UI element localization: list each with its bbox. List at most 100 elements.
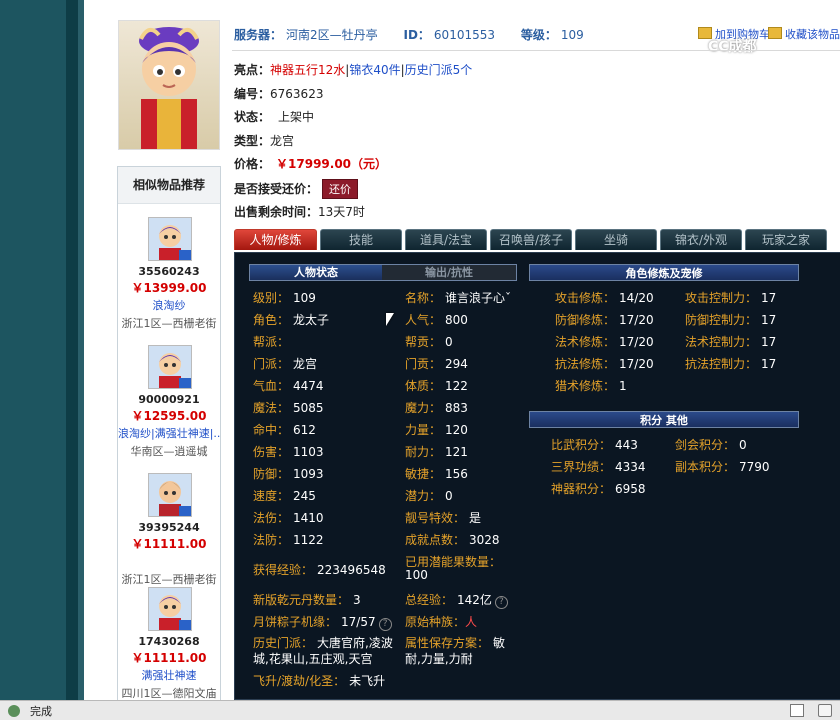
attr-stat: 属性保存方案：敏 <box>405 636 506 650</box>
char-stat: 气血： 4474 <box>253 379 324 393</box>
bargain-row: 是否接受还价： 还价 <box>234 179 359 199</box>
char-stat: 门贡： 294 <box>405 357 468 371</box>
char-stat: 命中： 612 <box>253 423 316 437</box>
char-stat: 速度： 245 <box>253 489 316 503</box>
page-content: 相似物品推荐 35560243 ￥13999.00 浪淘纱 浙江1区—西栅老街 … <box>84 0 840 702</box>
char-stat: 法防： 1122 <box>253 533 324 547</box>
panel-subtabs: 人物状态 输出/抗性 <box>249 264 517 281</box>
similar-item-tag[interactable]: 浪淘纱|满强壮神速|... <box>118 425 220 441</box>
tab-items[interactable]: 道具/法宝 <box>405 229 487 250</box>
total-exp-stat: 总经验： 142亿? <box>405 591 508 609</box>
remain-value: 13天7时 <box>318 205 365 219</box>
similar-item-thumbnail[interactable] <box>148 473 192 517</box>
similar-item[interactable]: 35560243 ￥13999.00 浪淘纱 浙江1区—西栅老街 <box>118 217 220 337</box>
cultivation-header: 角色修炼及宠修 <box>529 264 799 281</box>
left-stripe <box>66 0 78 700</box>
similar-item-tag[interactable]: 满强壮神速 <box>118 667 220 683</box>
highlight-row: 亮点：神器五行12水|锦衣40件|历史门派5个 <box>234 63 473 77</box>
similar-item-location: 浙江1区—西栅老街 <box>121 573 217 586</box>
subtab-character-status[interactable]: 人物状态 <box>250 265 382 280</box>
star-icon <box>768 27 782 39</box>
tab-pets[interactable]: 召唤兽/孩子 <box>490 229 572 250</box>
char-stat: 门派： 龙宫 <box>253 357 318 371</box>
subtab-output-resist[interactable]: 输出/抗性 <box>382 265 516 280</box>
tab-skills[interactable]: 技能 <box>320 229 402 250</box>
char-stat: 成就点数： 3028 <box>405 533 500 547</box>
detail-tabs: 人物/修炼 技能 道具/法宝 召唤兽/孩子 坐骑 锦衣/外观 玩家之家 <box>234 229 840 251</box>
security-icon[interactable] <box>790 704 804 717</box>
server-value: 河南2区—牡丹亭 <box>286 28 378 42</box>
similar-item-location: 华南区—逍遥城 <box>130 445 208 458</box>
char-stat: 帮贡： 0 <box>405 335 453 349</box>
attr-stat-2: 耐,力量,力耐 <box>405 652 473 666</box>
similar-item-price: ￥12595.00 <box>131 409 207 423</box>
similar-item[interactable]: 39395244 ￥11111.00 浙江1区—西栅老街 <box>118 473 220 593</box>
help-icon[interactable]: ? <box>494 596 508 609</box>
similar-item-price: ￥11111.00 <box>131 537 207 551</box>
tab-character[interactable]: 人物/修炼 <box>234 229 317 250</box>
similar-item-id: 35560243 <box>138 265 200 278</box>
tab-home[interactable]: 玩家之家 <box>745 229 827 250</box>
type-value: 龙宫 <box>270 134 295 148</box>
bargain-button[interactable]: 还价 <box>322 179 359 199</box>
left-background <box>0 0 78 700</box>
level-label: 等级： <box>520 28 557 42</box>
status-bar: 完成 <box>0 700 840 720</box>
help-icon[interactable]: ? <box>378 618 392 631</box>
price-row: 价格： ￥17999.00（元） <box>234 157 388 171</box>
char-stat: 魔法： 5085 <box>253 401 324 415</box>
similar-item-id: 39395244 <box>138 521 200 534</box>
char-stat: 级别： 109 <box>253 291 316 305</box>
char-stat: 帮派： <box>253 335 290 349</box>
similar-item[interactable]: 17430268 ￥11111.00 满强壮神速 四川1区—德阳文庙 <box>118 587 220 707</box>
char-stat: 角色： 龙太子 <box>253 313 330 327</box>
similar-item-thumbnail[interactable] <box>148 345 192 389</box>
similar-item[interactable]: 90000921 ￥12595.00 浪淘纱|满强壮神速|... 华南区—逍遥城 <box>118 345 220 465</box>
similar-item-tag[interactable]: 浪淘纱 <box>118 297 220 313</box>
control-stat: 防御控制力： 17 <box>685 313 777 327</box>
char-stat: 伤害： 1103 <box>253 445 324 459</box>
price-value: ￥17999.00（元） <box>276 157 388 171</box>
level-value: 109 <box>560 28 584 42</box>
score-stat: 剑会积分： 0 <box>675 438 747 452</box>
item-header: 服务器： 河南2区—牡丹亭 ID： 60101553 等级： 109 <box>234 26 588 43</box>
zongzi-stat: 月饼粽子机缘： 17/57? <box>253 613 392 631</box>
header-divider <box>232 50 840 51</box>
char-stat: 人气： 800 <box>405 313 468 327</box>
tab-outfits[interactable]: 锦衣/外观 <box>660 229 742 250</box>
score-stat: 神器积分： 6958 <box>551 482 646 496</box>
similar-item-price: ￥13999.00 <box>131 281 207 295</box>
page-status-icon <box>8 705 20 717</box>
similar-item-location: 四川1区—德阳文庙 <box>121 687 217 700</box>
mouse-cursor <box>386 313 394 326</box>
zoom-icon[interactable] <box>818 704 832 717</box>
char-stat: 防御： 1093 <box>253 467 324 481</box>
similar-item-thumbnail[interactable] <box>148 587 192 631</box>
qianyuan-stat: 新版乾元丹数量： 3 <box>253 593 361 607</box>
char-stat: 体质： 122 <box>405 379 468 393</box>
remain-row: 出售剩余时间：13天7时 <box>234 205 365 219</box>
similar-item-thumbnail[interactable] <box>148 217 192 261</box>
similar-item-location: 浙江1区—西栅老街 <box>121 317 217 330</box>
cultivation-stat: 法术修炼： 17/20 <box>555 335 654 349</box>
highlight-2: 锦衣40件 <box>349 63 401 77</box>
score-stat: 比武积分： 443 <box>551 438 638 452</box>
cultivation-stat: 抗法修炼： 17/20 <box>555 357 654 371</box>
id-value: 60101553 <box>433 28 495 42</box>
watermark: CC成都 <box>708 39 757 55</box>
server-label: 服务器： <box>234 28 283 42</box>
type-row: 类型：龙宫 <box>234 134 295 148</box>
char-stat: 靓号特效：是 <box>405 511 482 525</box>
control-stat: 抗法控制力： 17 <box>685 357 777 371</box>
character-panel: 人物状态 输出/抗性 角色修炼及宠修 积分 其他 级别： 109 角色： 龙太子 帮派：… <box>234 252 840 700</box>
cultivation-stat: 猎术修炼： 1 <box>555 379 627 393</box>
favorite-link[interactable]: 收藏该物品 <box>768 26 840 42</box>
control-stat: 攻击控制力： 17 <box>685 291 777 305</box>
similar-items-title: 相似物品推荐 <box>118 167 220 204</box>
tab-mounts[interactable]: 坐骑 <box>575 229 657 250</box>
similar-item-id: 17430268 <box>138 635 200 648</box>
code-value: 6763623 <box>270 87 324 101</box>
score-stat: 副本积分： 7790 <box>675 460 770 474</box>
char-stat: 潜力： 0 <box>405 489 453 503</box>
code-row: 编号：6763623 <box>234 87 324 101</box>
